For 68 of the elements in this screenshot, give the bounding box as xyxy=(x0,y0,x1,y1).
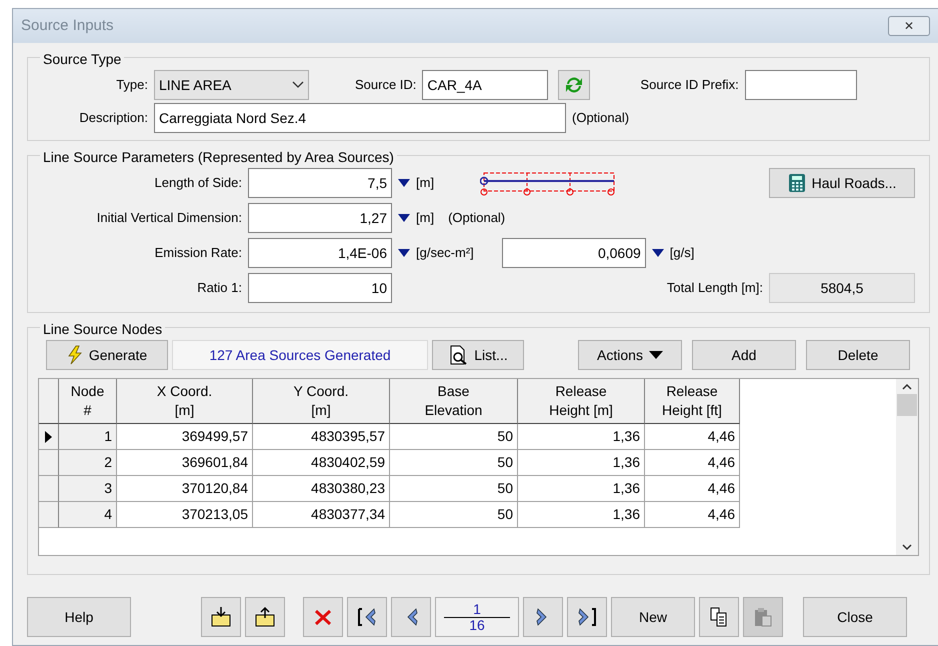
value-field[interactable]: 0,0609 xyxy=(502,238,646,268)
source-id-field[interactable]: CAR_4A xyxy=(422,70,548,100)
unit-label: [g/sec-m²] xyxy=(416,244,474,262)
value-field[interactable]: 1,27 xyxy=(248,203,392,233)
column-header: Release Height [m] xyxy=(518,379,645,424)
field-label: Length of Side: xyxy=(154,174,242,192)
table-cell: 4 xyxy=(59,502,117,528)
add-button[interactable]: Add xyxy=(692,340,796,370)
table-cell: 3 xyxy=(59,476,117,502)
table-cell: 1,36 xyxy=(518,450,645,476)
optional-note: (Optional) xyxy=(572,109,630,128)
field-label: Ratio 1: xyxy=(196,279,242,298)
unit-label: [g/s] xyxy=(670,244,694,262)
table-cell: 1,36 xyxy=(518,424,645,450)
window-title: Source Inputs xyxy=(21,16,114,36)
table-cell: 4,46 xyxy=(645,476,740,502)
haul-roads-button[interactable]: Haul Roads... xyxy=(769,168,915,198)
field-label: Total Length [m]: xyxy=(666,279,763,298)
column-header: Release Height [ft] xyxy=(645,379,740,424)
table-cell: 370120,84 xyxy=(117,476,253,502)
field-label: Initial Vertical Dimension: xyxy=(96,209,242,228)
table-cell: 4830402,59 xyxy=(253,450,390,476)
value-field[interactable]: 1,4E-06 xyxy=(248,238,392,268)
table-cell: 1,36 xyxy=(518,502,645,528)
field-label: Description: xyxy=(78,109,148,128)
table-cell: 50 xyxy=(390,424,518,450)
table-cell: 4,46 xyxy=(645,424,740,450)
table-cell: 4830380,23 xyxy=(253,476,390,502)
optional-note: (Optional) xyxy=(448,209,506,228)
unit-label: [m] xyxy=(416,174,434,192)
description-field[interactable]: Carreggiata Nord Sez.4 xyxy=(154,103,566,133)
column-header: X Coord. [m] xyxy=(117,379,253,424)
table-cell: 4830377,34 xyxy=(253,502,390,528)
field-label: Type: xyxy=(115,76,148,94)
table-cell: 4,46 xyxy=(645,450,740,476)
field-label: Source ID Prefix: xyxy=(640,76,739,94)
generate-button[interactable]: Generate xyxy=(46,340,168,370)
table-cell: 370213,05 xyxy=(117,502,253,528)
footer-button[interactable]: Close xyxy=(803,597,907,637)
value-field[interactable]: 10 xyxy=(248,273,392,303)
list-button[interactable]: List... xyxy=(432,340,524,370)
page-total: 16 xyxy=(444,616,510,632)
page-number: 1 xyxy=(473,602,481,616)
actions-button[interactable]: Actions xyxy=(578,340,682,370)
table-cell: 50 xyxy=(390,476,518,502)
footer-button[interactable]: Help xyxy=(27,597,131,637)
table-cell: 369499,57 xyxy=(117,424,253,450)
status-text: 127 Area Sources Generated xyxy=(172,340,428,370)
table-cell: 4,46 xyxy=(645,502,740,528)
table-cell: 1 xyxy=(59,424,117,450)
column-header: Base Elevation xyxy=(390,379,518,424)
table-cell: 1,36 xyxy=(518,476,645,502)
column-header: Node # xyxy=(59,379,117,424)
total-length-field: 5804,5 xyxy=(769,273,915,303)
table-cell: 50 xyxy=(390,450,518,476)
column-header: Y Coord. [m] xyxy=(253,379,390,424)
type-dropdown[interactable]: LINE AREA xyxy=(154,70,309,100)
footer-button[interactable]: New xyxy=(611,597,695,637)
table-cell: 4830395,57 xyxy=(253,424,390,450)
close-button[interactable]: ✕ xyxy=(888,16,930,36)
table-cell: 369601,84 xyxy=(117,450,253,476)
field-label: Source ID: xyxy=(355,76,416,94)
value-field[interactable]: 7,5 xyxy=(248,168,392,198)
unit-label: [m] xyxy=(416,209,434,228)
table-cell: 2 xyxy=(59,450,117,476)
table-cell: 50 xyxy=(390,502,518,528)
delete-button[interactable]: Delete xyxy=(806,340,910,370)
field-label: Emission Rate: xyxy=(154,244,242,262)
